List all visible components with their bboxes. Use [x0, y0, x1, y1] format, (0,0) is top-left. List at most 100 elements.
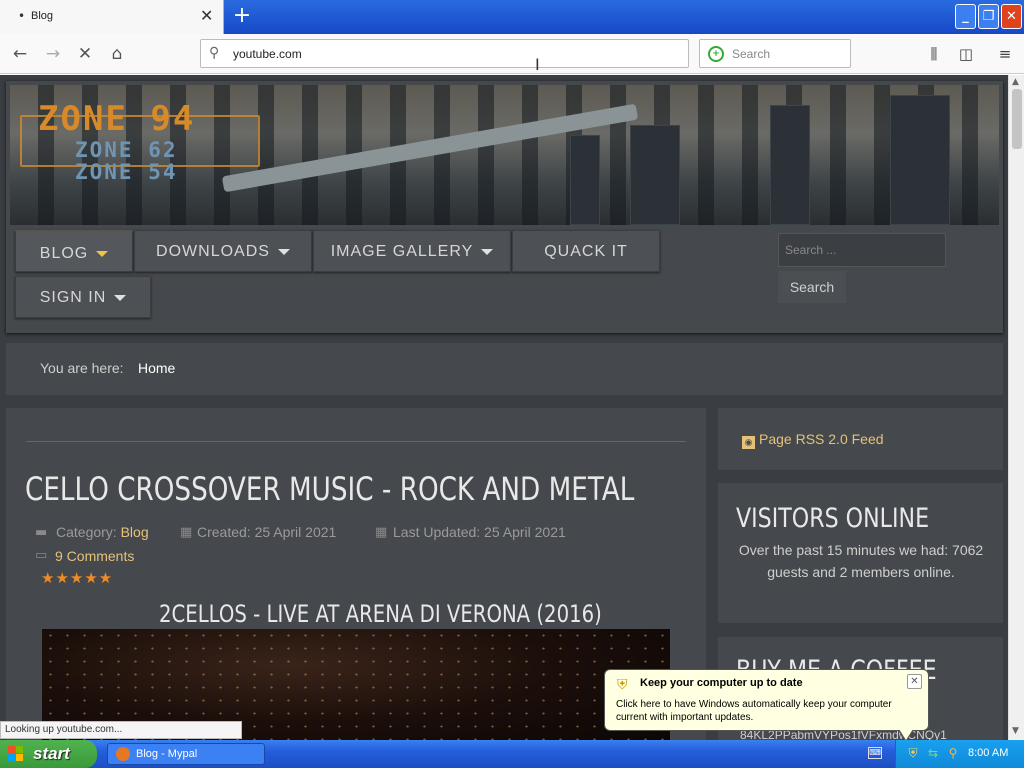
browser-tab[interactable]: • Blog ✕	[0, 0, 224, 34]
search-icon: ⚲	[209, 45, 220, 61]
site-header: ZONE 94 ZONE 62 ZONE 54 BLOG DOWNLOADS I…	[6, 81, 1003, 333]
page-scrollbar[interactable]: ▲ ▼	[1008, 75, 1024, 740]
rss-feed-label: Page RSS 2.0 Feed	[759, 431, 884, 447]
comments-link[interactable]: 9 Comments	[55, 548, 134, 564]
close-tab-icon[interactable]: ✕	[200, 6, 216, 26]
network-icon[interactable]: ⇆	[926, 746, 940, 760]
text-cursor-icon: I	[535, 55, 540, 74]
video-title: 2CELLOS - LIVE AT ARENA DI VERONA (2016)	[159, 600, 602, 628]
menu-downloads[interactable]: DOWNLOADS	[134, 230, 312, 272]
banner-building	[570, 135, 600, 225]
rss-feed-link[interactable]: ◉ Page RSS 2.0 Feed	[742, 431, 884, 449]
menu-quack-it-label: QUACK IT	[544, 243, 628, 260]
stop-icon[interactable]: ✕	[73, 42, 97, 66]
close-window-button[interactable]: ✕	[1001, 4, 1022, 29]
tab-title: Blog	[31, 10, 54, 22]
keyboard-icon[interactable]: ⌨	[868, 747, 882, 759]
browser-search-placeholder: Search	[732, 47, 771, 61]
close-icon[interactable]: ✕	[907, 674, 922, 689]
security-shield-icon[interactable]: ⛨	[906, 746, 920, 760]
windows-logo-icon	[8, 746, 24, 762]
menu-icon[interactable]: ≡	[993, 42, 1017, 66]
menu-image-gallery[interactable]: IMAGE GALLERY	[313, 230, 511, 272]
windows-taskbar: start Blog - Mypal ⌨ ⛨ ⇆ ⚲ 8:00 AM	[0, 740, 1024, 768]
rating-stars[interactable]: ★★★★★	[41, 569, 113, 587]
chevron-down-icon	[481, 248, 494, 255]
article-container: CELLO CROSSOVER MUSIC - ROCK AND METAL ▬…	[6, 408, 706, 740]
menu-downloads-label: DOWNLOADS	[156, 243, 270, 260]
calendar-icon: ▦	[180, 525, 193, 540]
taskbar-item-label: Blog - Mypal	[136, 748, 198, 760]
logo-yellow	[16, 754, 23, 761]
browser-tab-bar: • Blog ✕ + _ ❐ ✕	[0, 0, 1024, 34]
folder-icon: ▬	[35, 525, 48, 540]
scroll-down-icon[interactable]: ▼	[1012, 726, 1019, 736]
banner-building	[630, 125, 680, 225]
url-text[interactable]: youtube.com	[233, 47, 302, 61]
tab-loading-icon: •	[18, 9, 26, 23]
home-icon[interactable]: ⌂	[105, 42, 129, 66]
scrollbar-thumb[interactable]	[1012, 89, 1022, 149]
category-label: Category:	[56, 524, 117, 540]
category-link[interactable]: Blog	[121, 524, 149, 540]
visitors-title: VISITORS ONLINE	[736, 503, 930, 534]
menu-image-gallery-label: IMAGE GALLERY	[330, 243, 474, 260]
article-created: Created: 25 April 2021	[197, 524, 337, 540]
notification-text[interactable]: Click here to have Windows automatically…	[616, 698, 921, 724]
site-search-button[interactable]: Search	[778, 271, 846, 303]
breadcrumb-label: You are here:	[40, 360, 124, 376]
article-title[interactable]: CELLO CROSSOVER MUSIC - ROCK AND METAL	[25, 470, 634, 508]
start-label: start	[33, 744, 70, 763]
site-banner[interactable]: ZONE 94 ZONE 62 ZONE 54	[10, 85, 999, 225]
minimize-button[interactable]: _	[955, 4, 976, 29]
article-category: Category: Blog	[56, 524, 149, 540]
scroll-up-icon[interactable]: ▲	[1012, 77, 1019, 87]
logo-sub-line-2: ZONE 54	[75, 160, 178, 184]
status-bar: Looking up youtube.com...	[0, 721, 242, 739]
browser-search-box[interactable]: + Search	[699, 39, 851, 68]
chevron-down-icon	[96, 250, 109, 257]
banner-building	[890, 95, 950, 225]
menu-sign-in[interactable]: SIGN IN	[15, 276, 151, 318]
menu-blog-label: BLOG	[39, 245, 89, 262]
search-tray-icon[interactable]: ⚲	[946, 746, 960, 760]
breadcrumb-home-link[interactable]: Home	[138, 360, 175, 376]
system-tray: ⛨ ⇆ ⚲ 8:00 AM	[895, 740, 1024, 768]
rss-icon: ◉	[742, 436, 755, 449]
web-page: ZONE 94 ZONE 62 ZONE 54 BLOG DOWNLOADS I…	[0, 75, 1008, 740]
comment-icon: ▭	[35, 548, 48, 563]
logo-green	[16, 746, 23, 753]
banner-building	[770, 105, 810, 225]
shield-icon: ⛨	[617, 677, 628, 693]
breadcrumb: You are here: Home	[6, 343, 1003, 395]
menu-blog[interactable]: BLOG	[15, 230, 133, 272]
clock[interactable]: 8:00 AM	[968, 747, 1008, 759]
new-tab-button[interactable]: +	[231, 3, 253, 29]
chevron-down-icon	[277, 248, 290, 255]
site-logo[interactable]: ZONE 94	[38, 99, 195, 139]
search-engine-icon[interactable]: +	[708, 46, 724, 62]
update-notification-balloon[interactable]: ⛨ Keep your computer up to date ✕ Click …	[604, 669, 929, 731]
navigation-toolbar: ← → ✕ ⌂ ⚲ youtube.com + Search ⫼ ◫ ≡	[0, 34, 1024, 74]
library-icon[interactable]: ⫼	[922, 42, 946, 66]
site-search-input[interactable]: Search ...	[778, 233, 946, 267]
restore-button[interactable]: ❐	[978, 4, 999, 29]
start-button[interactable]: start	[0, 740, 97, 768]
article-updated: Last Updated: 25 April 2021	[393, 524, 566, 540]
divider	[26, 441, 686, 442]
logo-red	[8, 746, 15, 753]
menu-sign-in-label: SIGN IN	[39, 289, 107, 306]
menu-quack-it[interactable]: QUACK IT	[512, 230, 660, 272]
site-logo-sub: ZONE 62 ZONE 54	[75, 139, 178, 183]
forward-icon[interactable]: →	[41, 42, 65, 66]
sidebar-toggle-icon[interactable]: ◫	[954, 42, 978, 66]
visitors-text: Over the past 15 minutes we had: 7062 gu…	[738, 542, 984, 580]
browser-icon	[116, 747, 130, 761]
visitors-module: VISITORS ONLINE Over the past 15 minutes…	[718, 483, 1003, 623]
chevron-down-icon	[114, 294, 127, 301]
taskbar-item-browser[interactable]: Blog - Mypal	[107, 743, 265, 765]
notification-title: Keep your computer up to date	[640, 677, 803, 689]
calendar-icon: ▦	[375, 525, 388, 540]
back-icon[interactable]: ←	[8, 42, 32, 66]
url-bar[interactable]: ⚲ youtube.com	[200, 39, 689, 68]
